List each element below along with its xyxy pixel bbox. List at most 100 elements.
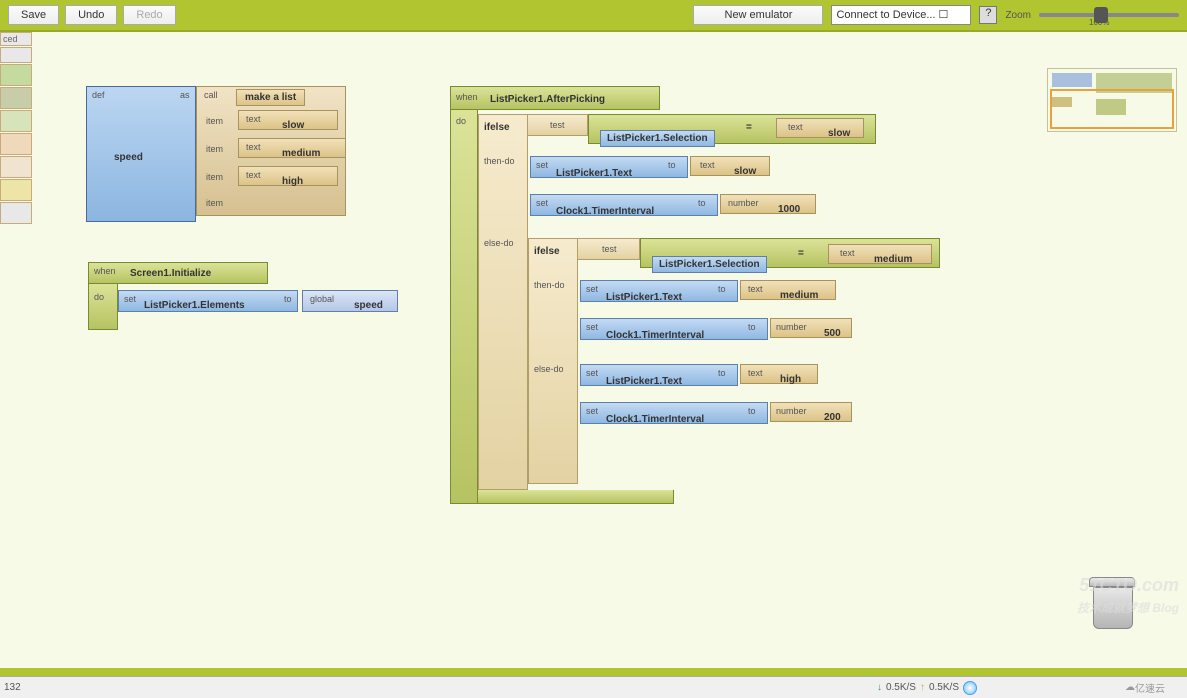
palette-tab[interactable] xyxy=(0,156,32,178)
status-num: 132 xyxy=(0,682,21,693)
trash-icon[interactable] xyxy=(1089,577,1137,633)
kw-call: call xyxy=(204,90,218,100)
palette-tab[interactable] xyxy=(0,47,32,63)
kw-text: text xyxy=(840,248,855,258)
kw-set: set xyxy=(586,406,598,416)
zoom-percent: 100% xyxy=(1089,18,1109,27)
eq: = xyxy=(746,122,752,133)
help-button[interactable]: ? xyxy=(979,6,997,24)
kw-item: item xyxy=(206,116,223,126)
download-icon: ↓ xyxy=(877,682,882,693)
global-var: speed xyxy=(354,300,383,311)
text-high: high xyxy=(780,374,801,385)
kw-else-do: else-do xyxy=(534,364,564,374)
kw-when: when xyxy=(456,92,478,102)
undo-button[interactable]: Undo xyxy=(65,5,117,25)
kw-set: set xyxy=(536,198,548,208)
kw-test: test xyxy=(550,120,565,130)
palette-tab[interactable] xyxy=(0,110,32,132)
kw-ifelse: ifelse xyxy=(534,246,560,257)
kw-ifelse: ifelse xyxy=(484,122,510,133)
text-slow: slow xyxy=(828,128,850,139)
clock-target: Clock1.TimerInterval xyxy=(606,330,704,341)
text-slow: slow xyxy=(282,120,304,131)
num-200: 200 xyxy=(824,412,841,423)
minimap-viewport[interactable] xyxy=(1050,89,1174,129)
num-1000: 1000 xyxy=(778,204,800,215)
redo-button[interactable]: Redo xyxy=(123,5,175,25)
kw-number: number xyxy=(776,322,807,332)
def-block[interactable]: def as speed call make a list item text … xyxy=(86,86,346,226)
kw-then-do: then-do xyxy=(534,280,565,290)
toolbar: Save Undo Redo New emulator Connect to D… xyxy=(0,0,1187,30)
kw-text: text xyxy=(246,142,261,152)
kw-to: to xyxy=(668,160,676,170)
status-bar: 132 ↓ 0.5K/S ↑ 0.5K/S ☁ 亿速云 xyxy=(0,676,1187,698)
kw-then-do: then-do xyxy=(484,156,515,166)
kw-text: text xyxy=(748,284,763,294)
clock-target: Clock1.TimerInterval xyxy=(606,414,704,425)
palette-tab[interactable] xyxy=(0,64,32,86)
palette: ced xyxy=(0,32,32,668)
kw-set: set xyxy=(586,322,598,332)
kw-set: set xyxy=(124,294,136,304)
lp-text: ListPicker1.Text xyxy=(556,168,632,179)
event-title: ListPicker1.AfterPicking xyxy=(490,94,605,105)
kw-do: do xyxy=(94,292,104,302)
new-emulator-button[interactable]: New emulator xyxy=(693,5,823,25)
palette-tab[interactable]: ced xyxy=(0,32,32,46)
palette-tab[interactable] xyxy=(0,133,32,155)
kw-else-do: else-do xyxy=(484,238,514,248)
upload-speed: 0.5K/S xyxy=(929,682,959,693)
clock-target: Clock1.TimerInterval xyxy=(556,206,654,217)
kw-item: item xyxy=(206,172,223,182)
set-target: ListPicker1.Elements xyxy=(144,300,245,311)
palette-tab[interactable] xyxy=(0,87,32,109)
kw-item: item xyxy=(206,198,223,208)
kw-as: as xyxy=(180,90,190,100)
cloud-logo: ☁ 亿速云 xyxy=(1125,678,1181,698)
kw-number: number xyxy=(776,406,807,416)
text-high: high xyxy=(282,176,303,187)
save-button[interactable]: Save xyxy=(8,5,59,25)
kw-text: text xyxy=(748,368,763,378)
kw-set: set xyxy=(586,284,598,294)
zoom-label: Zoom xyxy=(1005,10,1031,21)
num-500: 500 xyxy=(824,328,841,339)
palette-tab[interactable] xyxy=(0,202,32,224)
lp-text: ListPicker1.Text xyxy=(606,292,682,303)
kw-text: text xyxy=(788,122,803,132)
text-medium: medium xyxy=(780,290,818,301)
make-a-list[interactable]: make a list xyxy=(236,89,305,106)
kw-test: test xyxy=(602,244,617,254)
kw-to: to xyxy=(748,322,756,332)
upload-icon: ↑ xyxy=(920,682,925,693)
zoom-slider[interactable]: 100% xyxy=(1039,13,1179,17)
kw-set: set xyxy=(586,368,598,378)
kw-def: def xyxy=(92,90,105,100)
blocks-canvas[interactable]: ced def as speed call make a list item t… xyxy=(0,30,1187,668)
when-afterpicking-block[interactable]: when ListPicker1.AfterPicking do ifelse … xyxy=(450,86,950,506)
event-title: Screen1.Initialize xyxy=(130,268,211,279)
kw-do: do xyxy=(456,116,466,126)
kw-when: when xyxy=(94,266,116,276)
text-medium: medium xyxy=(874,254,912,265)
kw-text: text xyxy=(246,114,261,124)
minimap[interactable] xyxy=(1047,68,1177,132)
when-initialize-block[interactable]: when Screen1.Initialize do set ListPicke… xyxy=(88,262,408,332)
kw-to: to xyxy=(284,294,292,304)
kw-item: item xyxy=(206,144,223,154)
kw-to: to xyxy=(698,198,706,208)
lp-text: ListPicker1.Text xyxy=(606,376,682,387)
kw-to: to xyxy=(748,406,756,416)
text-medium: medium xyxy=(282,148,320,159)
selection[interactable]: ListPicker1.Selection xyxy=(652,256,767,273)
kw-to: to xyxy=(718,368,726,378)
palette-tab[interactable] xyxy=(0,179,32,201)
kw-set: set xyxy=(536,160,548,170)
eq: = xyxy=(798,248,804,259)
connect-device-dropdown[interactable]: Connect to Device... ☐ xyxy=(831,5,971,25)
selection[interactable]: ListPicker1.Selection xyxy=(600,130,715,147)
kw-number: number xyxy=(728,198,759,208)
download-speed: 0.5K/S xyxy=(886,682,916,693)
